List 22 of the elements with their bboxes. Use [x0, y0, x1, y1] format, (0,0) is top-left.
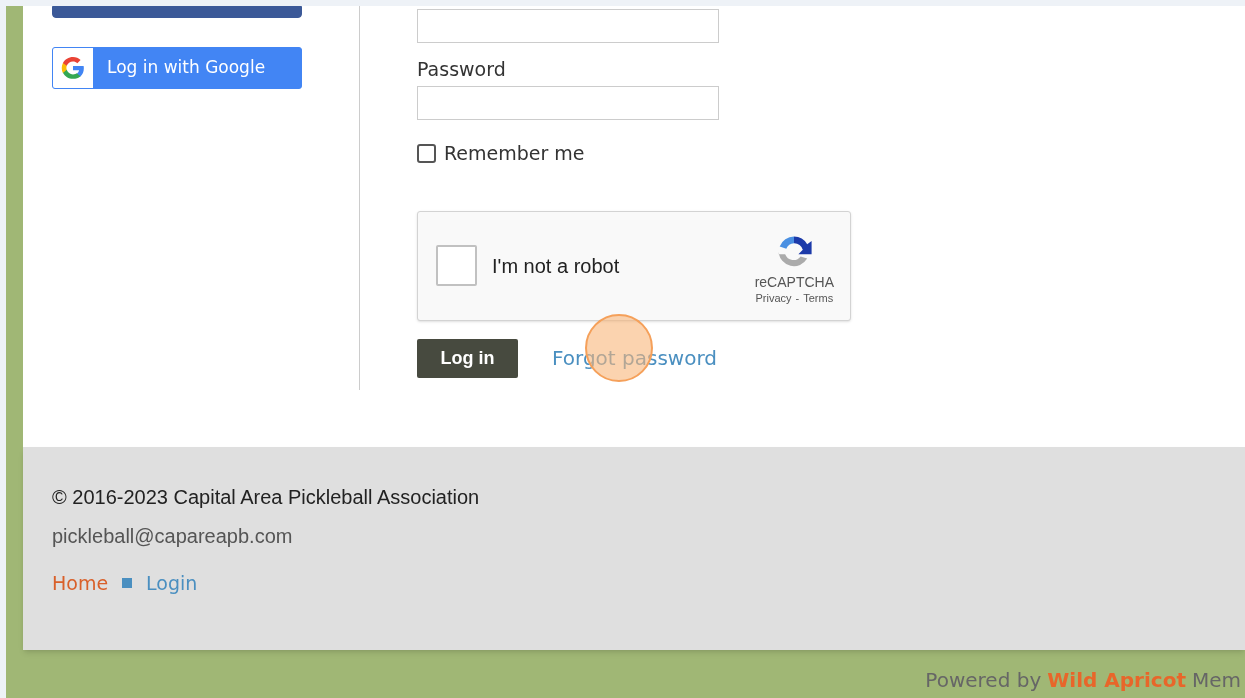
password-label: Password: [417, 57, 506, 81]
remember-me-label: Remember me: [444, 141, 585, 166]
social-login-button[interactable]: [52, 6, 302, 18]
powered-by-text: Powered by: [925, 668, 1042, 692]
membership-text: Mem: [1191, 668, 1241, 692]
google-logo-icon: [53, 48, 93, 88]
remember-checkbox[interactable]: [417, 143, 436, 163]
password-input[interactable]: [417, 86, 719, 120]
captcha-checkbox[interactable]: [436, 245, 477, 286]
terms-link[interactable]: Terms: [803, 289, 834, 306]
footer-link[interactable]: Login: [146, 569, 198, 598]
username-input[interactable]: [417, 9, 719, 43]
footer-link[interactable]: Home: [52, 569, 109, 598]
login-button[interactable]: Log in: [417, 338, 518, 378]
separator-icon: [122, 578, 133, 589]
link-separator: -: [795, 290, 800, 306]
copyright-text: © 2016-2023 Capital Area Pickleball Association: [52, 485, 480, 510]
captcha-label: I'm not a robot: [492, 253, 621, 279]
privacy-link[interactable]: Privacy: [755, 289, 792, 306]
recaptcha-brand: reCAPTCHA: [754, 273, 834, 290]
google-login-button[interactable]: Log in with Google: [52, 47, 302, 89]
email-link[interactable]: pickleball@capareapb.com: [52, 521, 293, 551]
